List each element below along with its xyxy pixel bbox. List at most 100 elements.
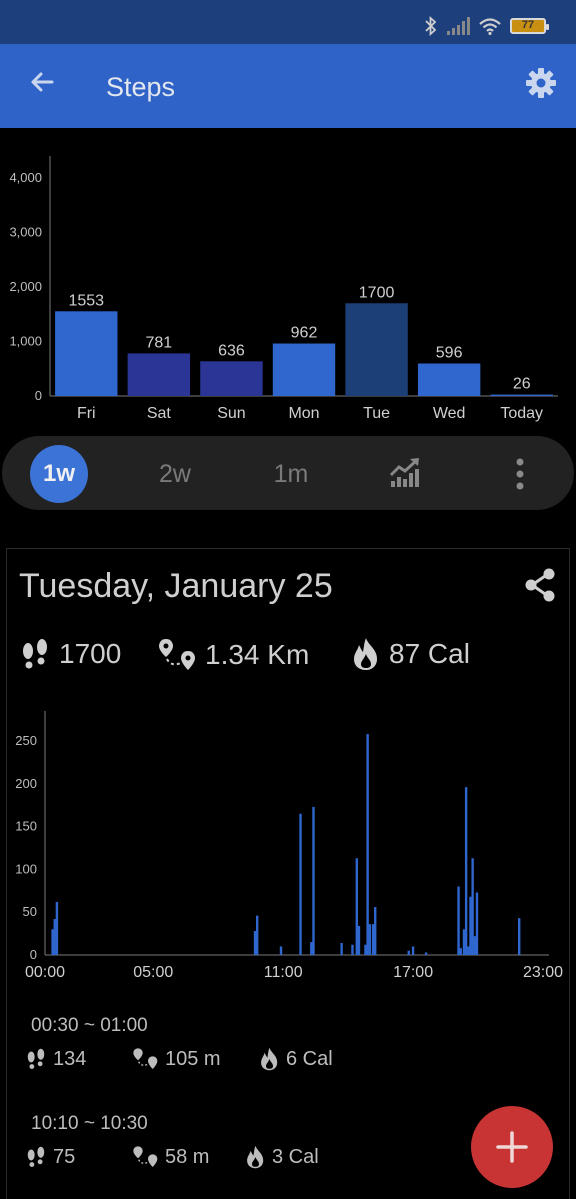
entry-1-stats: 134 105 m 6 Cal [25, 1047, 333, 1071]
range-selector: 1w 2w 1m [2, 436, 574, 510]
hourly-bar [51, 929, 54, 955]
range-1w-button[interactable]: 1w [30, 445, 88, 503]
hourly-bar [279, 946, 283, 955]
y-tick-label: 1,000 [9, 333, 42, 348]
x-tick-label: Mon [288, 405, 319, 422]
hourly-bar [473, 936, 476, 955]
bar-sat [127, 353, 191, 396]
x-tick-label: 23:00 [523, 964, 563, 981]
hourly-bar [351, 944, 354, 955]
share-icon[interactable] [523, 567, 557, 603]
entry-2-calories: 3 Cal [272, 1145, 319, 1168]
day-steps-stat: 1700 [19, 637, 121, 671]
x-tick-label: Today [500, 405, 543, 422]
battery-level: 77 [521, 19, 535, 31]
route-pin-icon [159, 639, 195, 670]
hourly-bar [368, 924, 371, 955]
back-arrow-icon[interactable] [26, 66, 58, 98]
status-icons: 77 [424, 16, 549, 36]
trend-chart-icon[interactable] [388, 455, 422, 489]
x-tick-label: 11:00 [264, 964, 303, 981]
bar-sun [200, 361, 263, 396]
bar-value-label: 962 [291, 325, 318, 342]
bar-value-label: 1553 [68, 292, 104, 309]
hourly-bar [471, 858, 474, 955]
footprints-icon [23, 639, 47, 669]
hourly-bar [459, 948, 462, 955]
entry-2-distance: 58 m [165, 1145, 210, 1168]
flame-icon [247, 1145, 264, 1169]
hourly-bar [475, 892, 479, 955]
bar-value-label: 1700 [359, 284, 395, 301]
day-detail-card: Tuesday, January 25 1700 1.34 Km 87 Cal … [6, 548, 570, 1199]
day-calories-stat: 87 Cal [351, 637, 470, 671]
hourly-bar [312, 806, 315, 955]
status-bar: 77 [0, 0, 576, 44]
day-steps-value: 1700 [59, 638, 122, 669]
y-tick-label: 0 [30, 947, 37, 962]
entry-2-time: 10:10 ~ 10:30 [31, 1113, 148, 1134]
hourly-bar [457, 886, 460, 955]
entry-1-calories: 6 Cal [286, 1047, 333, 1070]
route-pin-icon [133, 1048, 158, 1069]
hourly-steps-chart: 0 50 100 150 200 250 00:00 05:00 11:00 17:00 23:00 [15, 711, 563, 981]
bar-value-label: 596 [436, 344, 463, 361]
x-tick-label: 05:00 [133, 964, 173, 981]
flame-icon [261, 1047, 278, 1071]
hourly-bar [299, 813, 302, 955]
footprints-icon [27, 1146, 45, 1167]
bar-wed [417, 363, 481, 396]
bar-value-label: 636 [218, 342, 245, 359]
bar-value-label: 26 [513, 376, 531, 393]
entry-2-steps: 75 [53, 1145, 76, 1168]
app-bar: Steps [0, 44, 576, 128]
battery-icon: 77 [510, 18, 549, 34]
y-tick-label: 100 [15, 861, 37, 876]
range-2w-button[interactable]: 2w [148, 454, 202, 494]
hourly-bar [310, 942, 313, 955]
wifi-icon [479, 18, 501, 35]
hourly-bar [411, 946, 415, 955]
bar-fri [55, 311, 118, 396]
more-vertical-icon[interactable] [508, 456, 532, 492]
x-tick-label: 17:00 [393, 964, 433, 981]
weekly-steps-chart: 0 1,000 2,000 3,000 4,000 1553 Fri 781 Sat 636 Sun… [9, 156, 558, 422]
bar-mon [272, 343, 336, 396]
y-tick-label: 0 [35, 388, 42, 403]
y-tick-label: 150 [15, 819, 37, 834]
x-tick-label: Sun [217, 405, 245, 422]
x-tick-label: Tue [363, 405, 390, 422]
y-tick-label: 3,000 [9, 224, 42, 239]
bar-value-label: 781 [146, 334, 173, 351]
gear-icon[interactable] [524, 66, 558, 100]
range-1m-button[interactable]: 1m [264, 454, 318, 494]
hourly-bar [424, 952, 428, 955]
hourly-bar [462, 929, 466, 955]
bluetooth-icon [425, 16, 437, 36]
hourly-bar [517, 918, 521, 955]
day-distance-value: 1.34 Km [205, 639, 310, 670]
entry-1-steps: 134 [53, 1047, 87, 1070]
entry-1-distance: 105 m [165, 1047, 221, 1070]
y-tick-label: 4,000 [9, 170, 42, 185]
hourly-bar [364, 944, 367, 955]
entry-1-time: 00:30 ~ 01:00 [31, 1015, 148, 1036]
bar-today [490, 394, 553, 397]
day-calories-value: 87 Cal [389, 638, 470, 669]
add-entry-button[interactable] [471, 1106, 553, 1188]
footprints-icon [27, 1048, 45, 1069]
x-tick-label: Fri [77, 405, 96, 422]
hourly-bar [55, 901, 59, 955]
hourly-bar [407, 950, 410, 955]
hourly-bar [253, 931, 257, 955]
y-tick-label: 200 [15, 776, 37, 791]
hourly-bar [467, 946, 470, 955]
entry-2-stats: 75 58 m 3 Cal [25, 1145, 319, 1169]
hourly-bar [469, 896, 472, 955]
flame-icon [354, 638, 377, 670]
hourly-bar [373, 907, 377, 955]
page-title: Steps [106, 72, 176, 102]
y-tick-label: 50 [23, 904, 37, 919]
y-tick-label: 250 [15, 733, 37, 748]
x-tick-label: Sat [147, 405, 172, 422]
